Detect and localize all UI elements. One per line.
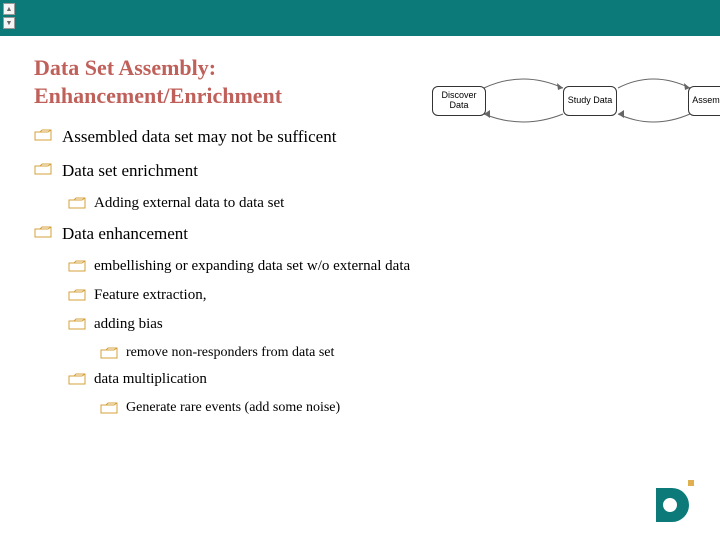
header-bar: ▲ ▼ xyxy=(0,0,720,36)
folder-icon xyxy=(68,373,86,385)
bullet-l1: Assembled data set may not be sufficent xyxy=(34,127,686,147)
folder-icon xyxy=(68,197,86,209)
bullet-text: remove non-responders from data set xyxy=(126,345,334,360)
folder-icon xyxy=(68,260,86,272)
brand-logo xyxy=(648,480,698,522)
bullet-text: embellishing or expanding data set w/o e… xyxy=(94,258,410,274)
slide-title: Data Set Assembly: Enhancement/Enrichmen… xyxy=(34,54,686,109)
bullet-l2: data multiplication xyxy=(34,371,686,388)
bullet-l2: adding bias xyxy=(34,316,686,333)
slide-title-line2: Enhancement/Enrichment xyxy=(34,83,282,108)
bullet-l2: Adding external data to data set xyxy=(34,195,686,212)
bullet-text: data multiplication xyxy=(94,371,207,387)
bullet-text: adding bias xyxy=(94,316,163,332)
folder-icon xyxy=(68,318,86,330)
bullet-l3: remove non-responders from data set xyxy=(34,345,686,361)
folder-icon xyxy=(34,129,52,141)
bullet-l2: Feature extraction, xyxy=(34,287,686,304)
bullet-l3: Generate rare events (add some noise) xyxy=(34,400,686,416)
control-prev-icon[interactable]: ▲ xyxy=(3,3,15,15)
slide-content: Data Set Assembly: Enhancement/Enrichmen… xyxy=(0,36,720,416)
bullet-l1: Data set enrichment xyxy=(34,161,686,181)
bullet-text: Data enhancement xyxy=(62,224,188,243)
folder-icon xyxy=(100,402,118,414)
bullet-text: Feature extraction, xyxy=(94,287,206,303)
folder-icon xyxy=(34,226,52,238)
bullet-text: Assembled data set may not be sufficent xyxy=(62,127,336,146)
bullet-l2: embellishing or expanding data set w/o e… xyxy=(34,258,686,275)
slide-controls: ▲ ▼ xyxy=(3,3,15,29)
folder-icon xyxy=(34,163,52,175)
slide-title-line1: Data Set Assembly: xyxy=(34,55,216,80)
folder-icon xyxy=(100,347,118,359)
bullet-list: Assembled data set may not be sufficent … xyxy=(34,127,686,416)
bullet-text: Adding external data to data set xyxy=(94,195,284,211)
control-next-icon[interactable]: ▼ xyxy=(3,17,15,29)
bullet-text: Data set enrichment xyxy=(62,161,198,180)
bullet-text: Generate rare events (add some noise) xyxy=(126,400,340,415)
folder-icon xyxy=(68,289,86,301)
bullet-l1: Data enhancement xyxy=(34,224,686,244)
